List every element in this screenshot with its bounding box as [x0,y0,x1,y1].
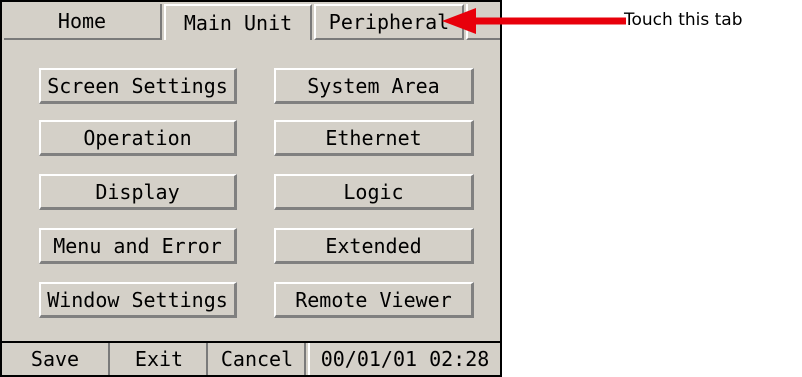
annotation-text: Touch this tab [624,10,743,30]
datetime-label: 00/01/01 02:28 [320,347,490,371]
tab-main-unit[interactable]: Main Unit [164,4,312,40]
exit-button[interactable]: Exit [112,343,208,375]
ethernet-label: Ethernet [325,125,422,150]
screen-settings-button[interactable]: Screen Settings [39,68,237,104]
system-area-button[interactable]: System Area [274,68,474,104]
display-label: Display [95,179,180,204]
logic-button[interactable]: Logic [274,174,474,210]
remote-viewer-label: Remote Viewer [295,287,452,312]
tab-home-label: Home [57,9,107,33]
extended-button[interactable]: Extended [274,228,474,264]
system-area-label: System Area [307,73,440,98]
cancel-button[interactable]: Cancel [210,343,306,375]
save-button[interactable]: Save [2,343,110,375]
save-label: Save [30,347,80,371]
extended-label: Extended [325,233,422,258]
window-settings-label: Window Settings [47,287,228,312]
operation-button[interactable]: Operation [39,120,237,156]
screen-settings-label: Screen Settings [47,73,228,98]
remote-viewer-button[interactable]: Remote Viewer [274,282,474,318]
tab-home[interactable]: Home [4,4,162,40]
settings-panel: Home Main Unit Peripheral Screen Setting… [0,0,502,377]
ethernet-button[interactable]: Ethernet [274,120,474,156]
window-settings-button[interactable]: Window Settings [39,282,237,318]
menu-and-error-label: Menu and Error [53,233,222,258]
exit-label: Exit [134,347,184,371]
logic-label: Logic [343,179,404,204]
tab-main-unit-label: Main Unit [183,11,293,35]
datetime-display: 00/01/01 02:28 [308,343,500,375]
bottom-bar: Save Exit Cancel 00/01/01 02:28 [2,341,500,375]
annotation-arrow-icon [442,8,626,34]
display-button[interactable]: Display [39,174,237,210]
menu-and-error-button[interactable]: Menu and Error [39,228,237,264]
cancel-label: Cancel [220,347,294,371]
operation-label: Operation [83,125,192,150]
tab-peripheral-label: Peripheral [328,10,450,34]
